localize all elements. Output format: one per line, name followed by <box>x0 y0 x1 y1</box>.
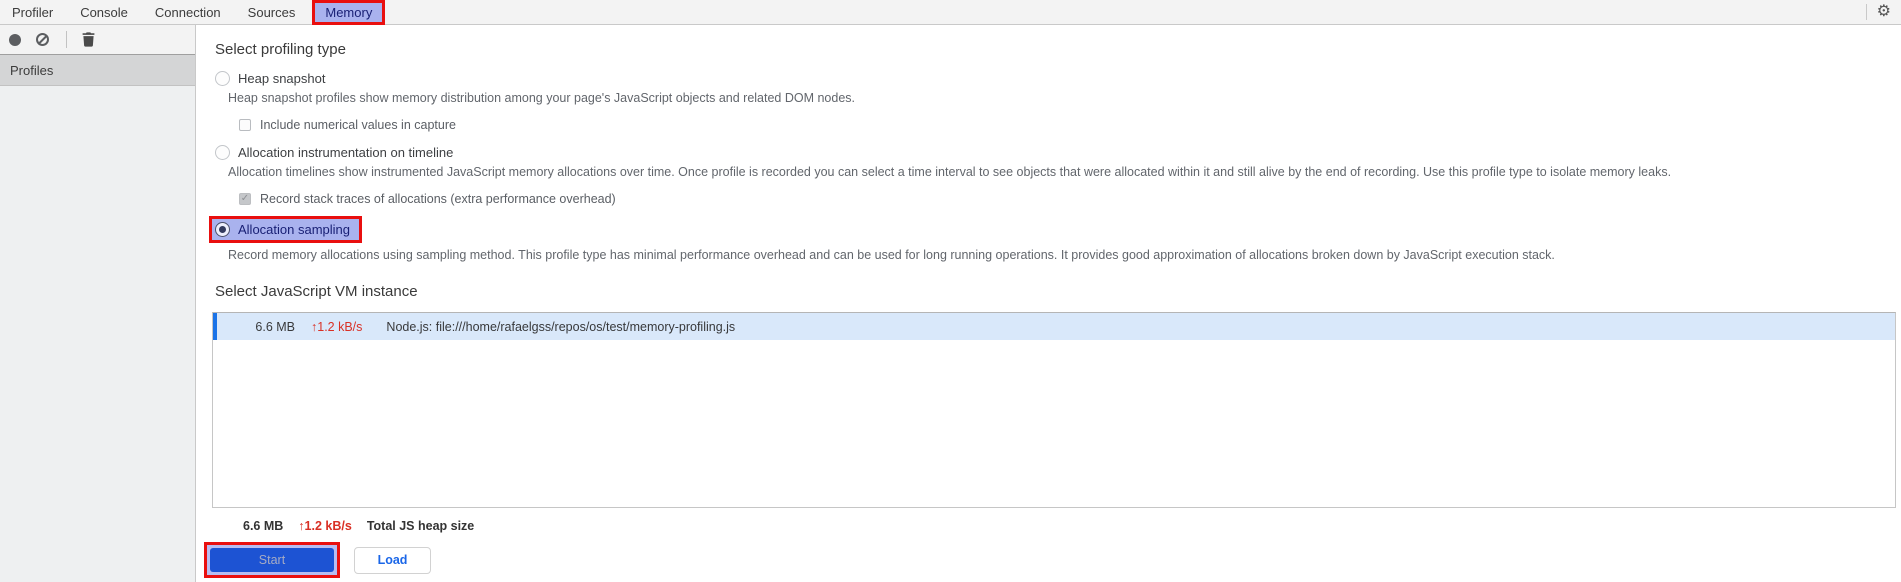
include-numerical-values-row: Include numerical values in capture <box>239 118 1901 132</box>
allocation-sampling-description: Record memory allocations using sampling… <box>228 248 1555 262</box>
vm-instance-section: Select JavaScript VM instance 6.6 MB ↑1.… <box>204 283 1901 578</box>
tab-profiler[interactable]: Profiler <box>12 5 53 20</box>
vm-heap-rate-value: 1.2 kB/s <box>317 319 363 334</box>
allocation-sampling-radio[interactable] <box>215 222 230 237</box>
vm-instance-heading: Select JavaScript VM instance <box>215 283 418 300</box>
option-allocation-timeline: Allocation instrumentation on timeline A… <box>215 145 1901 206</box>
vm-instance-list: 6.6 MB ↑1.2 kB/s Node.js: file:///home/r… <box>212 312 1896 508</box>
memory-panel-main: Select profiling type Heap snapshot Heap… <box>196 25 1901 582</box>
summary-heap-size: 6.6 MB <box>243 519 284 533</box>
heap-snapshot-radio[interactable] <box>215 71 230 86</box>
option-allocation-sampling: Allocation sampling Record memory alloca… <box>209 206 1901 262</box>
panel-tab-bar: Profiler Console Connection Sources Memo… <box>0 0 1901 25</box>
record-stack-traces-row: ✓ Record stack traces of allocations (ex… <box>239 192 1901 206</box>
vm-instance-name: Node.js: file:///home/rafaelgss/repos/os… <box>386 319 736 334</box>
heap-snapshot-description: Heap snapshot profiles show memory distr… <box>228 91 856 105</box>
include-numerical-values-label: Include numerical values in capture <box>260 118 456 132</box>
summary-label: Total JS heap size <box>366 519 475 533</box>
toolbar-divider <box>66 31 67 48</box>
allocation-sampling-annotation-box: Allocation sampling <box>209 216 363 243</box>
load-button[interactable]: Load <box>354 546 431 574</box>
panel-content: Profiles Select profiling type Heap snap… <box>0 25 1901 582</box>
allocation-timeline-label: Allocation instrumentation on timeline <box>238 145 454 160</box>
heap-snapshot-label: Heap snapshot <box>238 71 326 86</box>
toolbar-divider <box>1865 4 1867 20</box>
clear-icon[interactable] <box>36 33 49 46</box>
tab-memory[interactable]: Memory <box>312 0 386 25</box>
sidebar-item-profiles[interactable]: Profiles <box>0 55 195 86</box>
profiles-sidebar: Profiles <box>0 25 196 582</box>
include-numerical-values-checkbox[interactable] <box>239 119 251 131</box>
action-buttons-row: Start Load <box>204 542 1901 578</box>
start-button[interactable]: Start <box>210 548 334 572</box>
summary-heap-rate: ↑1.2 kB/s <box>298 519 352 533</box>
vm-heap-size: 6.6 MB <box>255 319 295 334</box>
start-button-annotation-box: Start <box>204 542 340 578</box>
allocation-timeline-description: Allocation timelines show instrumented J… <box>228 165 1672 179</box>
tab-sources[interactable]: Sources <box>248 5 296 20</box>
tabbar-right-controls: ⚙ <box>1865 4 1901 20</box>
tab-connection[interactable]: Connection <box>155 5 221 20</box>
trash-icon[interactable] <box>82 32 95 47</box>
tab-console[interactable]: Console <box>80 5 128 20</box>
heap-summary-row: 6.6 MB ↑1.2 kB/s Total JS heap size <box>243 519 1901 533</box>
allocation-sampling-label: Allocation sampling <box>238 222 351 237</box>
record-stack-traces-label: Record stack traces of allocations (extr… <box>260 192 616 206</box>
record-icon[interactable] <box>9 33 21 46</box>
vm-instance-row[interactable]: 6.6 MB ↑1.2 kB/s Node.js: file:///home/r… <box>213 313 1895 340</box>
gear-icon[interactable]: ⚙ <box>1877 4 1891 20</box>
option-heap-snapshot: Heap snapshot Heap snapshot profiles sho… <box>215 71 1901 132</box>
allocation-timeline-radio[interactable] <box>215 145 230 160</box>
record-stack-traces-checkbox[interactable]: ✓ <box>239 193 251 205</box>
profiles-toolbar <box>0 25 195 55</box>
vm-heap-rate: ↑1.2 kB/s <box>311 320 362 334</box>
profiling-type-heading: Select profiling type <box>215 41 346 58</box>
summary-heap-rate-value: 1.2 kB/s <box>304 519 352 533</box>
